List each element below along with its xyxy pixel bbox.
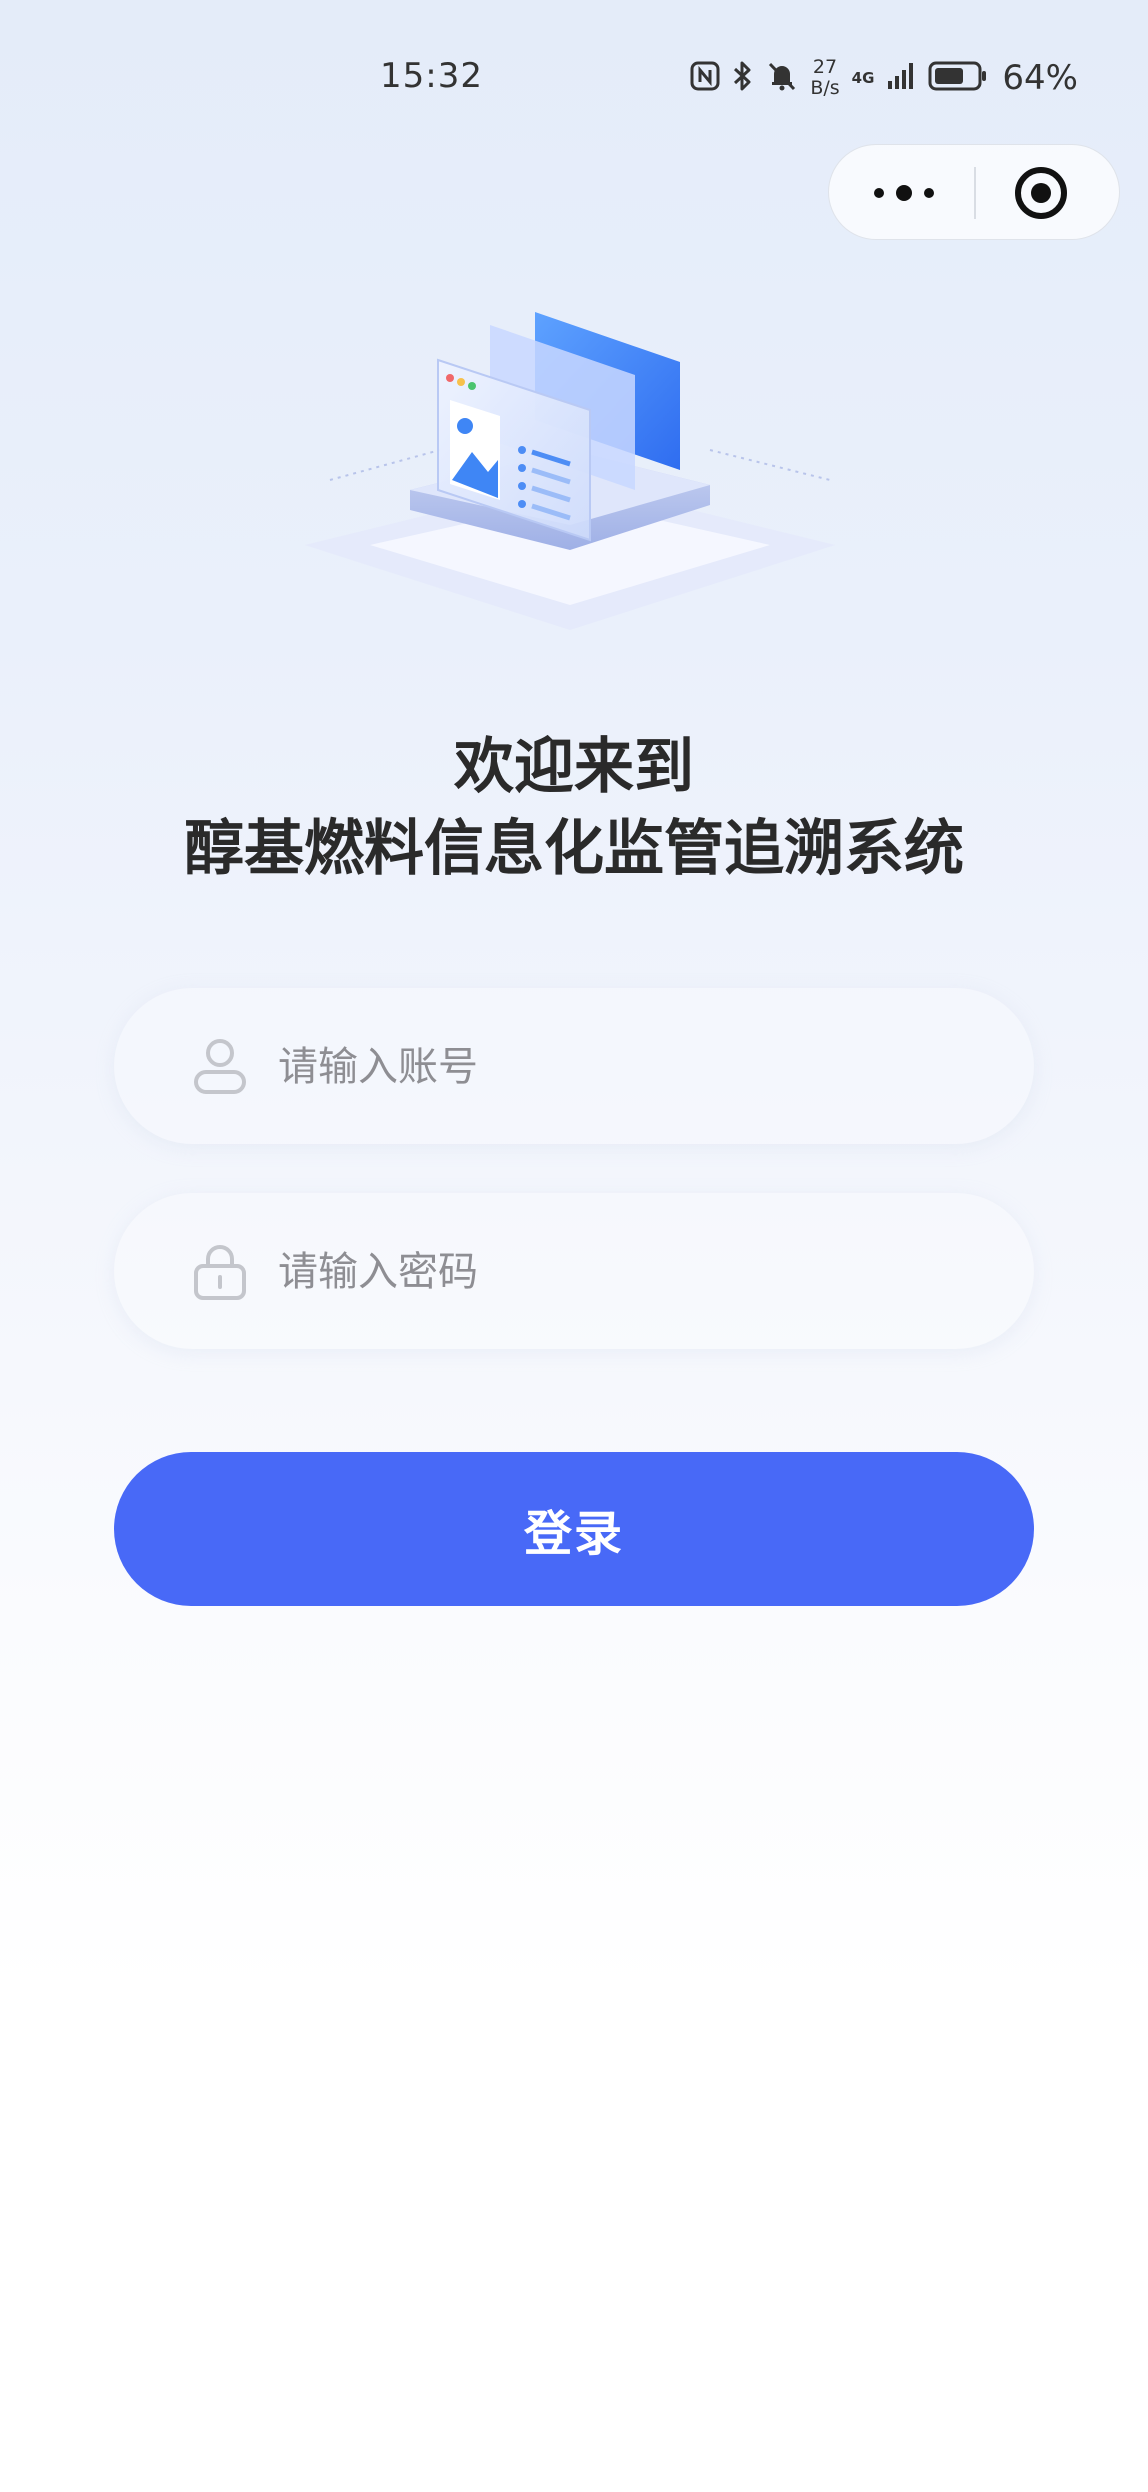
net-speed: 27 B/s — [810, 56, 840, 99]
network-type: 4G — [851, 68, 875, 87]
lock-icon — [190, 1241, 250, 1301]
password-input[interactable] — [276, 1231, 980, 1313]
welcome-title: 欢迎来到 — [454, 732, 694, 802]
hero-illustration — [290, 300, 850, 650]
more-dots-icon[interactable] — [869, 175, 939, 211]
bluetooth-icon — [732, 60, 754, 96]
status-bar: 15:32 27 B/s 4G 64% — [0, 0, 1148, 150]
miniprogram-capsule — [828, 144, 1120, 240]
system-name: 醇基燃料信息化监管追溯系统 — [184, 814, 964, 884]
mute-bell-icon — [766, 60, 798, 96]
signal-icon — [886, 61, 916, 95]
close-target-icon[interactable] — [1013, 165, 1069, 221]
nfc-icon — [690, 61, 720, 95]
status-icons: 27 B/s 4G 64% — [690, 54, 1078, 102]
battery-percent: 64% — [1002, 58, 1078, 98]
capsule-divider — [974, 167, 976, 219]
account-input[interactable] — [276, 1026, 980, 1108]
account-field[interactable] — [114, 988, 1034, 1144]
status-time: 15:32 — [380, 56, 483, 96]
battery-icon — [928, 60, 988, 96]
password-field[interactable] — [114, 1193, 1034, 1349]
user-icon — [190, 1036, 250, 1096]
login-button[interactable]: 登录 — [114, 1452, 1034, 1606]
